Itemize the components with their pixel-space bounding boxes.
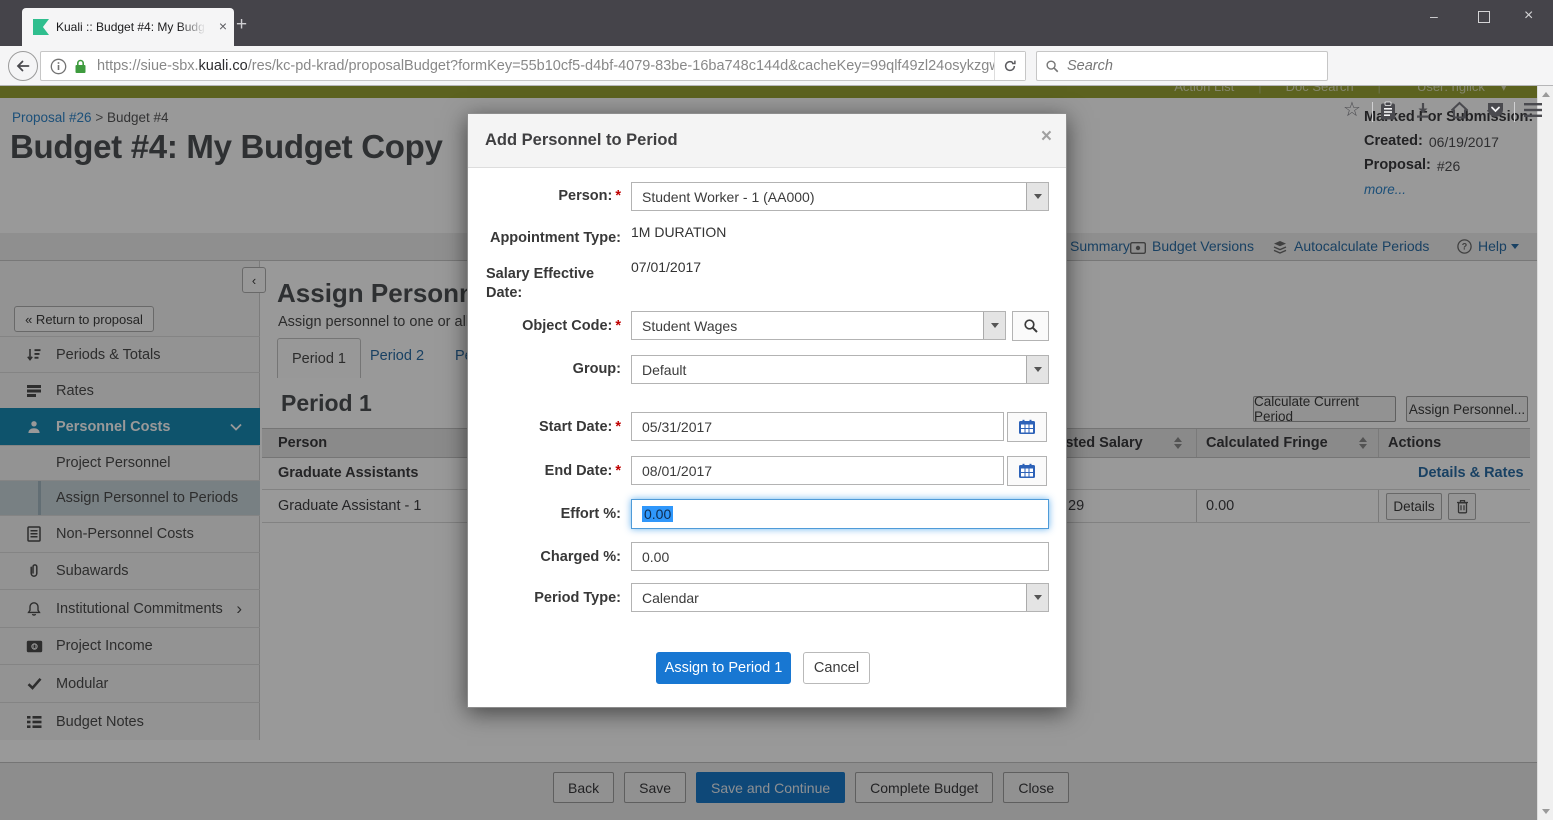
chevron-down-icon	[1026, 584, 1048, 611]
search-placeholder: Search	[1067, 58, 1113, 74]
new-tab-button[interactable]: +	[236, 14, 247, 36]
browser-tab[interactable]: Kuali :: Budget #4: My Budg ×	[22, 8, 234, 46]
end-date-input[interactable]: 08/01/2017	[631, 456, 1004, 485]
search-bar[interactable]: Search	[1036, 51, 1328, 81]
screen: Action List|Doc Search|User: nglick ▾ Pr…	[0, 0, 1553, 820]
modal-header: Add Personnel to Period ×	[468, 114, 1066, 168]
effort-input[interactable]: 0.00	[631, 499, 1049, 529]
appointment-type-label: Appointment Type:	[468, 230, 621, 246]
effort-label: Effort %:	[468, 506, 621, 522]
cancel-button[interactable]: Cancel	[803, 652, 870, 684]
lock-icon[interactable]	[74, 59, 87, 74]
tab-close-icon[interactable]: ×	[219, 18, 227, 34]
hamburger-menu-icon[interactable]	[1523, 101, 1543, 119]
info-icon[interactable]	[50, 58, 67, 75]
charged-input[interactable]: 0.00	[631, 542, 1049, 571]
period-type-label: Period Type:	[468, 590, 621, 606]
start-date-input[interactable]: 05/31/2017	[631, 412, 1004, 441]
scroll-up-arrow[interactable]	[1542, 92, 1550, 97]
calendar-icon	[1018, 463, 1036, 479]
modal-title: Add Personnel to Period	[485, 131, 678, 150]
pocket-icon[interactable]	[1486, 101, 1505, 119]
clipboard-icon[interactable]	[1379, 101, 1397, 121]
person-select[interactable]: Student Worker - 1 (AA000)	[631, 182, 1049, 211]
object-code-label: Object Code:*	[468, 318, 621, 334]
bookmark-star-icon[interactable]: ☆	[1343, 97, 1361, 122]
close-icon[interactable]: ×	[1041, 126, 1052, 148]
appointment-type-value: 1M DURATION	[631, 224, 726, 240]
end-date-label: End Date:*	[468, 463, 621, 479]
browser-navbar: https://siue-sbx.kuali.co/res/kc-pd-krad…	[0, 46, 1553, 86]
window-minimize-button[interactable]: –	[1430, 8, 1438, 24]
object-code-search-button[interactable]	[1012, 311, 1049, 341]
search-icon	[1023, 318, 1039, 334]
add-personnel-modal: Add Personnel to Period × Person:* Stude…	[467, 113, 1067, 708]
scroll-down-arrow[interactable]	[1542, 809, 1550, 814]
calendar-icon	[1018, 419, 1036, 435]
window-close-button[interactable]: ×	[1524, 7, 1533, 25]
home-icon[interactable]	[1450, 101, 1469, 120]
vertical-scrollbar[interactable]	[1537, 86, 1553, 820]
salary-effective-date-label: Salary Effective Date:	[486, 265, 606, 303]
object-code-select[interactable]: Student Wages	[631, 311, 1006, 340]
group-label: Group:	[468, 361, 621, 377]
start-date-label: Start Date:*	[468, 419, 621, 435]
salary-effective-date-value: 07/01/2017	[631, 259, 701, 275]
tab-title: Kuali :: Budget #4: My Budg	[56, 20, 206, 34]
back-arrow-icon	[15, 58, 31, 74]
chevron-down-icon	[1026, 183, 1048, 210]
kuali-logo-icon	[33, 19, 49, 35]
url-bar[interactable]: https://siue-sbx.kuali.co/res/kc-pd-krad…	[40, 51, 1026, 81]
period-type-select[interactable]: Calendar	[631, 583, 1049, 612]
reload-button[interactable]	[994, 52, 1025, 80]
url-text: https://siue-sbx.kuali.co/res/kc-pd-krad…	[97, 58, 1008, 74]
end-date-calendar-button[interactable]	[1007, 456, 1047, 486]
chevron-down-icon	[1026, 356, 1048, 383]
search-icon	[1045, 59, 1060, 74]
charged-label: Charged %:	[468, 549, 621, 565]
window-maximize-button[interactable]	[1478, 11, 1490, 23]
assign-to-period-button[interactable]: Assign to Period 1	[656, 652, 791, 684]
group-select[interactable]: Default	[631, 355, 1049, 384]
selected-text: 0.00	[642, 506, 673, 522]
download-icon[interactable]	[1414, 101, 1432, 121]
chevron-down-icon	[983, 312, 1005, 339]
start-date-calendar-button[interactable]	[1007, 412, 1047, 442]
person-label: Person:*	[468, 188, 621, 204]
back-button[interactable]	[8, 51, 38, 81]
